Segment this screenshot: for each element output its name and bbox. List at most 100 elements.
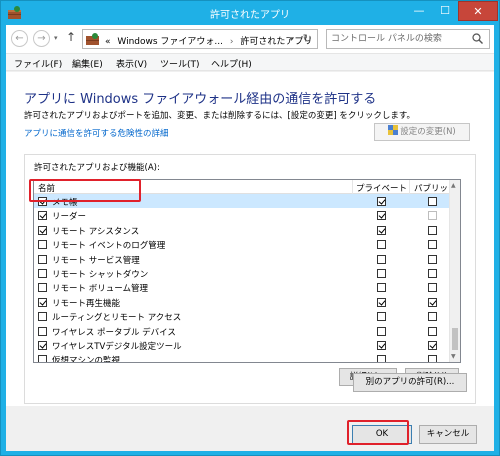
close-button[interactable]: ✕ bbox=[458, 1, 498, 21]
navigation-bar: ← → ▾ ↑ « Windows ファイアウォ... › 許可されたアプリ ▾… bbox=[6, 25, 494, 53]
forward-button[interactable]: → bbox=[33, 30, 50, 47]
list-item[interactable]: リモート ボリューム管理 bbox=[34, 280, 450, 294]
refresh-icon[interactable]: ↻ bbox=[303, 32, 312, 45]
list-item[interactable]: ルーティングとリモート アクセス bbox=[34, 309, 450, 323]
public-checkbox[interactable] bbox=[428, 312, 437, 322]
private-checkbox[interactable] bbox=[377, 211, 386, 221]
menu-view[interactable]: 表示(V) bbox=[116, 57, 147, 70]
app-name: ワイヤレスTVデジタル設定ツール bbox=[52, 341, 182, 352]
scroll-up-icon[interactable]: ▲ bbox=[451, 182, 456, 189]
breadcrumb-separator-icon: › bbox=[229, 37, 234, 47]
column-header-private[interactable]: プライベート bbox=[356, 182, 407, 194]
search-box[interactable] bbox=[326, 29, 490, 49]
app-enabled-checkbox[interactable] bbox=[38, 283, 47, 293]
app-enabled-checkbox[interactable] bbox=[38, 340, 47, 350]
private-checkbox[interactable] bbox=[377, 355, 386, 362]
breadcrumb-allowed-apps[interactable]: 許可されたアプリ bbox=[240, 37, 312, 47]
private-checkbox[interactable] bbox=[377, 326, 386, 336]
app-enabled-checkbox[interactable] bbox=[38, 326, 47, 336]
list-item[interactable]: リモート サービス管理 bbox=[34, 252, 450, 266]
client-area: ← → ▾ ↑ « Windows ファイアウォ... › 許可されたアプリ ▾… bbox=[6, 25, 494, 451]
search-input[interactable] bbox=[331, 32, 466, 46]
maximize-button[interactable]: ☐ bbox=[432, 1, 458, 21]
public-checkbox[interactable] bbox=[428, 340, 437, 350]
page-description: 許可されたアプリおよびポートを追加、変更、または削除するには、[設定の変更] を… bbox=[24, 111, 415, 121]
search-icon[interactable] bbox=[472, 33, 483, 44]
menu-edit[interactable]: 編集(E) bbox=[72, 57, 103, 70]
allowed-apps-list[interactable]: 名前 プライベート パブリック メモ帳 リーダーリモート アシスタンス リモート イ… bbox=[33, 179, 461, 363]
ok-button[interactable]: OK bbox=[352, 425, 412, 444]
minimize-button[interactable]: — bbox=[406, 1, 432, 21]
public-checkbox[interactable] bbox=[428, 211, 437, 221]
list-item[interactable]: ワイヤレスTVデジタル設定ツール bbox=[34, 338, 450, 352]
scroll-down-icon[interactable]: ▼ bbox=[451, 353, 456, 360]
private-checkbox[interactable] bbox=[377, 268, 386, 278]
breadcrumb-root[interactable]: « bbox=[105, 37, 111, 47]
address-bar[interactable]: « Windows ファイアウォ... › 許可されたアプリ ▾ ↻ bbox=[82, 29, 318, 49]
private-checkbox[interactable] bbox=[377, 240, 386, 250]
list-item[interactable]: ワイヤレス ポータブル デバイス bbox=[34, 324, 450, 338]
private-checkbox[interactable] bbox=[377, 254, 386, 264]
cancel-button[interactable]: キャンセル bbox=[419, 425, 477, 444]
public-checkbox[interactable] bbox=[428, 283, 437, 293]
public-checkbox[interactable] bbox=[428, 254, 437, 264]
app-enabled-checkbox[interactable] bbox=[38, 312, 47, 322]
app-name: ワイヤレス ポータブル デバイス bbox=[52, 327, 176, 338]
column-header-name[interactable]: 名前 bbox=[38, 182, 55, 194]
page-title: アプリに Windows ファイアウォール経由の通信を許可する bbox=[24, 92, 377, 107]
private-checkbox[interactable] bbox=[377, 283, 386, 293]
allow-another-app-button[interactable]: 別のアプリの許可(R)... bbox=[353, 373, 467, 392]
back-button[interactable]: ← bbox=[11, 30, 28, 47]
allowed-apps-group: 許可されたアプリおよび機能(A): 名前 プライベート パブリック メモ帳 リーダ… bbox=[24, 154, 476, 404]
list-item[interactable]: リーダー bbox=[34, 208, 450, 222]
title-bar[interactable]: 許可されたアプリ — ☐ ✕ bbox=[1, 1, 499, 25]
menu-tools[interactable]: ツール(T) bbox=[160, 57, 200, 70]
app-enabled-checkbox[interactable] bbox=[38, 254, 47, 264]
app-name: 仮想マシンの監視 bbox=[52, 356, 121, 363]
scroll-thumb[interactable] bbox=[452, 328, 458, 350]
recent-locations-dropdown-icon[interactable]: ▾ bbox=[54, 34, 58, 42]
list-item[interactable]: リモート アシスタンス bbox=[34, 223, 450, 237]
list-item[interactable]: リモート イベントのログ管理 bbox=[34, 237, 450, 251]
column-divider[interactable] bbox=[352, 180, 353, 194]
public-checkbox[interactable] bbox=[428, 240, 437, 250]
public-checkbox[interactable] bbox=[428, 355, 437, 362]
app-name: リモート シャットダウン bbox=[52, 269, 149, 280]
app-name: リモート アシスタンス bbox=[52, 226, 140, 237]
app-enabled-checkbox[interactable] bbox=[38, 297, 47, 307]
menu-file[interactable]: ファイル(F) bbox=[14, 57, 62, 70]
public-checkbox[interactable] bbox=[428, 225, 437, 235]
list-rows: メモ帳 リーダーリモート アシスタンス リモート イベントのログ管理リモート サービ… bbox=[34, 194, 450, 363]
up-button[interactable]: ↑ bbox=[66, 30, 76, 44]
private-checkbox[interactable] bbox=[377, 197, 386, 206]
app-enabled-checkbox[interactable] bbox=[38, 197, 47, 206]
allowed-apps-label: 許可されたアプリおよび機能(A): bbox=[34, 163, 160, 173]
risk-details-link[interactable]: アプリに通信を許可する危険性の詳細 bbox=[24, 127, 169, 139]
change-settings-button[interactable]: 設定の変更(N) bbox=[374, 123, 470, 141]
private-checkbox[interactable] bbox=[377, 225, 386, 235]
list-header: 名前 プライベート パブリック bbox=[34, 180, 457, 194]
column-divider[interactable] bbox=[409, 180, 410, 194]
public-checkbox[interactable] bbox=[428, 268, 437, 278]
app-enabled-checkbox[interactable] bbox=[38, 225, 47, 235]
public-checkbox[interactable] bbox=[428, 297, 437, 307]
app-enabled-checkbox[interactable] bbox=[38, 240, 47, 250]
menu-help[interactable]: ヘルプ(H) bbox=[211, 57, 252, 70]
breadcrumb-firewall[interactable]: Windows ファイアウォ... bbox=[117, 37, 223, 47]
app-enabled-checkbox[interactable] bbox=[38, 211, 47, 221]
app-enabled-checkbox[interactable] bbox=[38, 355, 47, 362]
app-name: リモート サービス管理 bbox=[52, 255, 140, 266]
public-checkbox[interactable] bbox=[428, 326, 437, 336]
list-item[interactable]: 仮想マシンの監視 bbox=[34, 352, 450, 363]
public-checkbox[interactable] bbox=[428, 197, 437, 206]
app-name: リモート ボリューム管理 bbox=[52, 284, 148, 295]
private-checkbox[interactable] bbox=[377, 340, 386, 350]
vertical-scrollbar[interactable]: ▲ ▼ bbox=[449, 180, 460, 362]
app-enabled-checkbox[interactable] bbox=[38, 268, 47, 278]
private-checkbox[interactable] bbox=[377, 312, 386, 322]
address-dropdown-icon[interactable]: ▾ bbox=[289, 35, 293, 43]
list-item[interactable]: リモート再生機能 bbox=[34, 295, 450, 309]
list-item[interactable]: メモ帳 bbox=[34, 194, 450, 209]
list-item[interactable]: リモート シャットダウン bbox=[34, 266, 450, 280]
private-checkbox[interactable] bbox=[377, 297, 386, 307]
